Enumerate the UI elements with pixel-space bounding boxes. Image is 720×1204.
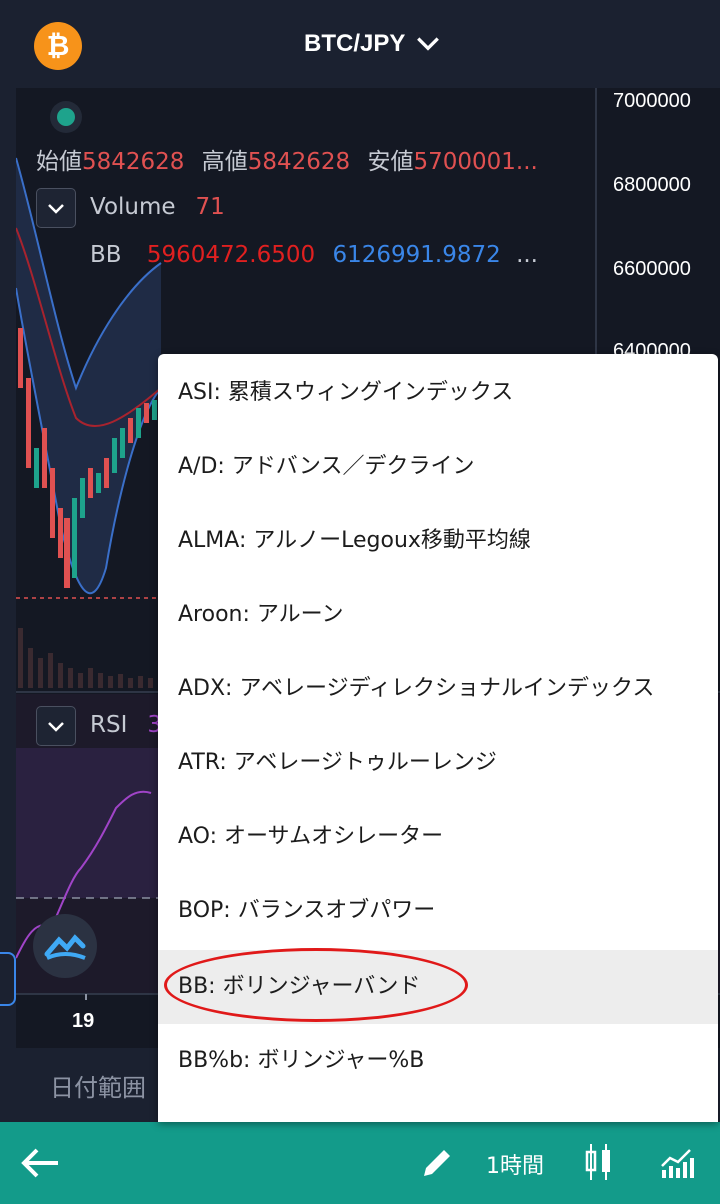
indicator-option-adx[interactable]: ADX: アベレージディレクショナルインデックス (158, 652, 718, 726)
low-value: 5700001... (413, 149, 538, 175)
live-indicator-dot (57, 108, 75, 126)
indicator-option-alma[interactable]: ALMA: アルノーLegoux移動平均線 (158, 504, 718, 578)
arrow-left-icon (21, 1148, 58, 1178)
date-range-button[interactable]: 日付範囲 (50, 1068, 146, 1103)
volume-bars (18, 628, 153, 688)
pair-label: BTC/JPY (304, 30, 406, 57)
chevron-down-icon (48, 204, 64, 214)
open-value: 5842628 (82, 149, 185, 175)
tradingview-logo-icon[interactable] (33, 914, 97, 978)
ohlc-legend: 始値5842628 高値5842628 安値5700001... (36, 142, 538, 176)
price-axis-label: 7000000 (613, 90, 691, 112)
indicators-icon (661, 1149, 694, 1178)
chart-type-button[interactable] (584, 1142, 614, 1186)
indicator-option-aroon[interactable]: Aroon: アルーン (158, 578, 718, 652)
candlestick-icon (585, 1144, 610, 1180)
bottom-toolbar: 1時間 (0, 1122, 720, 1204)
back-button[interactable] (20, 1146, 60, 1184)
indicator-option-ad[interactable]: A/D: アドバンス／デクライン (158, 430, 718, 504)
price-axis-label: 6600000 (613, 258, 691, 280)
indicator-option-ao[interactable]: AO: オーサムオシレーター (158, 800, 718, 874)
pencil-icon (424, 1150, 450, 1176)
bb-more: ... (516, 242, 538, 268)
high-value: 5842628 (247, 149, 351, 175)
indicator-option-atr[interactable]: ATR: アベレージトゥルーレンジ (158, 726, 718, 800)
volume-collapse-button[interactable] (36, 188, 76, 228)
app-header: ₿ BTC/JPY (0, 0, 720, 92)
bb-value-basis: 5960472.6500 (146, 242, 316, 268)
bb-label: BB (90, 242, 122, 268)
high-label: 高値 (201, 149, 248, 175)
rsi-collapse-button[interactable] (36, 706, 76, 746)
chevron-down-icon (417, 37, 440, 51)
price-axis-label: 6800000 (613, 174, 691, 196)
rsi-label: RSI (90, 712, 128, 738)
open-label: 始値 (36, 149, 82, 175)
bb-value-upper: 6126991.9872 (332, 242, 501, 268)
indicator-option-bb-percent-b[interactable]: BB%b: ボリンジャー%B (158, 1024, 718, 1098)
indicator-option-asi[interactable]: ASI: 累積スウィングインデックス (158, 356, 718, 430)
indicator-option-bop[interactable]: BOP: バランスオブパワー (158, 874, 718, 948)
pair-selector[interactable]: BTC/JPY (304, 30, 441, 58)
bb-legend: BB 5960472.6500 6126991.9872 ... (90, 242, 538, 268)
time-axis-label: 19 (72, 1010, 95, 1032)
rsi-legend: RSI 3 (90, 712, 162, 738)
low-label: 安値 (367, 149, 414, 175)
draw-tool-button[interactable] (420, 1144, 456, 1184)
volume-legend: Volume 71 (90, 194, 225, 220)
volume-label: Volume (90, 194, 176, 220)
highlight-circle (164, 948, 468, 1022)
chevron-down-icon (48, 722, 64, 732)
bitcoin-icon: ₿ (34, 22, 82, 70)
volume-value: 71 (195, 194, 225, 220)
side-handle[interactable] (0, 952, 16, 1006)
timeframe-button[interactable]: 1時間 (486, 1148, 544, 1180)
indicators-button[interactable] (660, 1148, 694, 1182)
